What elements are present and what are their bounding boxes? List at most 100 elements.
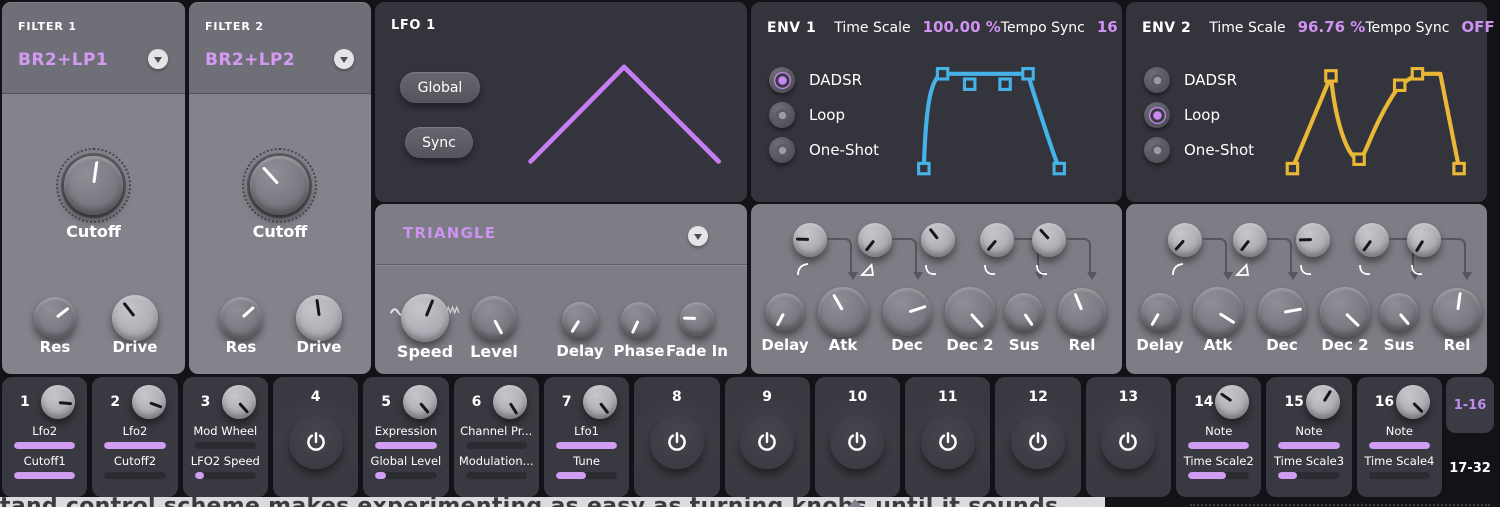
env-curve-knob-2[interactable] xyxy=(858,223,892,257)
envelope-node-handle[interactable] xyxy=(1287,163,1297,173)
filter-2-res-knob[interactable] xyxy=(220,297,262,339)
filter-2-drive-knob[interactable] xyxy=(296,295,342,341)
power-button[interactable] xyxy=(740,415,794,469)
envelope-node-handle[interactable] xyxy=(1023,69,1033,79)
mod-amount-bar[interactable] xyxy=(466,442,527,449)
filter-2-type-select[interactable]: BR2+LP2 xyxy=(205,50,295,70)
power-button[interactable] xyxy=(1101,415,1155,469)
radio-icon[interactable] xyxy=(769,102,795,128)
envelope-node-handle[interactable] xyxy=(964,79,974,89)
env-mode-dadsr[interactable]: DADSR xyxy=(1144,67,1237,93)
envelope-node-handle[interactable] xyxy=(1326,71,1336,81)
env-rel-knob[interactable] xyxy=(1433,288,1481,336)
time-scale-value[interactable]: 100.00 % xyxy=(923,18,1001,36)
power-button[interactable] xyxy=(289,415,343,469)
env-atk-knob[interactable] xyxy=(818,287,868,337)
env-mode-one-shot[interactable]: One-Shot xyxy=(1144,137,1254,163)
macro-knob-15[interactable] xyxy=(1306,385,1340,419)
filter-1-drive-knob[interactable] xyxy=(112,295,158,341)
macro-knob-6[interactable] xyxy=(493,385,527,419)
mod-amount-bar[interactable] xyxy=(195,442,256,449)
env-delay-knob[interactable] xyxy=(766,293,804,331)
envelope-node-handle[interactable] xyxy=(919,163,929,173)
envelope-node-handle[interactable] xyxy=(1000,79,1010,89)
power-button[interactable] xyxy=(921,415,975,469)
env-curve-knob-5[interactable] xyxy=(1032,223,1066,257)
filter-1-res-knob[interactable] xyxy=(34,297,76,339)
lfo-waveform-display[interactable] xyxy=(517,50,727,172)
radio-icon[interactable] xyxy=(1144,102,1170,128)
mod-amount-bar[interactable] xyxy=(1369,472,1430,479)
lfo-fadein-knob[interactable] xyxy=(680,302,714,336)
radio-icon[interactable] xyxy=(769,67,795,93)
tab-17-32[interactable]: 17-32 xyxy=(1446,461,1494,476)
env-sus-knob[interactable] xyxy=(1005,293,1043,331)
macro-slot-1[interactable]: 1Lfo2Cutoff1 xyxy=(2,377,87,497)
lfo-phase-knob[interactable] xyxy=(621,302,657,338)
radio-icon[interactable] xyxy=(1144,67,1170,93)
envelope-node-handle[interactable] xyxy=(1454,163,1464,173)
power-button[interactable] xyxy=(830,415,884,469)
tempo-sync-value[interactable]: 16 xyxy=(1097,18,1118,36)
env-atk-knob[interactable] xyxy=(1193,287,1243,337)
env-curve-knob-1[interactable] xyxy=(1168,223,1202,257)
power-button[interactable] xyxy=(650,415,704,469)
mod-amount-bar[interactable] xyxy=(195,472,256,479)
mod-amount-bar[interactable] xyxy=(1188,442,1249,449)
chevron-down-icon[interactable] xyxy=(334,49,354,69)
mod-amount-bar[interactable] xyxy=(14,442,75,449)
lfo-level-knob[interactable] xyxy=(472,296,516,340)
macro-slot-6[interactable]: 6Channel Pr...Modulation... xyxy=(454,377,539,497)
filter-1-cutoff-knob[interactable] xyxy=(64,156,123,215)
macro-slot-10[interactable]: 10 xyxy=(815,377,900,497)
env-mode-one-shot[interactable]: One-Shot xyxy=(769,137,879,163)
env-dec-knob[interactable] xyxy=(883,288,931,336)
mod-amount-bar[interactable] xyxy=(1369,442,1430,449)
macro-slot-13[interactable]: 13 xyxy=(1086,377,1171,497)
env-curve-knob-4[interactable] xyxy=(1355,223,1389,257)
envelope-node-handle[interactable] xyxy=(937,69,947,79)
macro-knob-14[interactable] xyxy=(1215,385,1249,419)
env-curve-knob-5[interactable] xyxy=(1407,223,1441,257)
macro-knob-3[interactable] xyxy=(222,385,256,419)
mod-amount-bar[interactable] xyxy=(375,472,436,479)
macro-slot-5[interactable]: 5ExpressionGlobal Level xyxy=(363,377,448,497)
macro-slot-12[interactable]: 12 xyxy=(995,377,1080,497)
macro-slot-8[interactable]: 8 xyxy=(634,377,719,497)
power-button[interactable] xyxy=(1011,415,1065,469)
env-dec2-knob[interactable] xyxy=(1320,287,1370,337)
macro-slot-14[interactable]: 14NoteTime Scale2 xyxy=(1176,377,1261,497)
env-mode-loop[interactable]: Loop xyxy=(1144,102,1220,128)
tab-1-16[interactable]: 1-16 xyxy=(1446,377,1494,433)
mod-amount-bar[interactable] xyxy=(556,442,617,449)
macro-slot-15[interactable]: 15NoteTime Scale3 xyxy=(1266,377,1351,497)
mod-amount-bar[interactable] xyxy=(1188,472,1249,479)
env-sus-knob[interactable] xyxy=(1380,293,1418,331)
env-dec2-knob[interactable] xyxy=(945,287,995,337)
env-mode-dadsr[interactable]: DADSR xyxy=(769,67,862,93)
env-curve-knob-3[interactable] xyxy=(921,223,955,257)
lfo-delay-knob[interactable] xyxy=(562,302,598,338)
chevron-down-icon[interactable] xyxy=(688,226,708,246)
macro-knob-1[interactable] xyxy=(41,385,75,419)
macro-slot-9[interactable]: 9 xyxy=(725,377,810,497)
radio-icon[interactable] xyxy=(769,137,795,163)
filter-1-type-select[interactable]: BR2+LP1 xyxy=(18,50,108,70)
envelope-node-handle[interactable] xyxy=(1354,154,1364,164)
lfo-global-button[interactable]: Global xyxy=(400,72,480,103)
macro-knob-16[interactable] xyxy=(1396,385,1430,419)
mod-amount-bar[interactable] xyxy=(1278,442,1339,449)
mod-amount-bar[interactable] xyxy=(556,472,617,479)
chevron-down-icon[interactable] xyxy=(148,49,168,69)
radio-icon[interactable] xyxy=(1144,137,1170,163)
envelope-node-handle[interactable] xyxy=(1395,80,1405,90)
mod-amount-bar[interactable] xyxy=(1278,472,1339,479)
macro-knob-5[interactable] xyxy=(403,385,437,419)
env-rel-knob[interactable] xyxy=(1058,288,1106,336)
env-curve-knob-2[interactable] xyxy=(1233,223,1267,257)
lfo-shape-select[interactable]: TRIANGLE xyxy=(403,224,496,242)
mod-amount-bar[interactable] xyxy=(104,472,165,479)
tempo-sync-value[interactable]: OFF xyxy=(1461,18,1494,36)
time-scale-value[interactable]: 96.76 % xyxy=(1298,18,1366,36)
macro-slot-11[interactable]: 11 xyxy=(905,377,990,497)
